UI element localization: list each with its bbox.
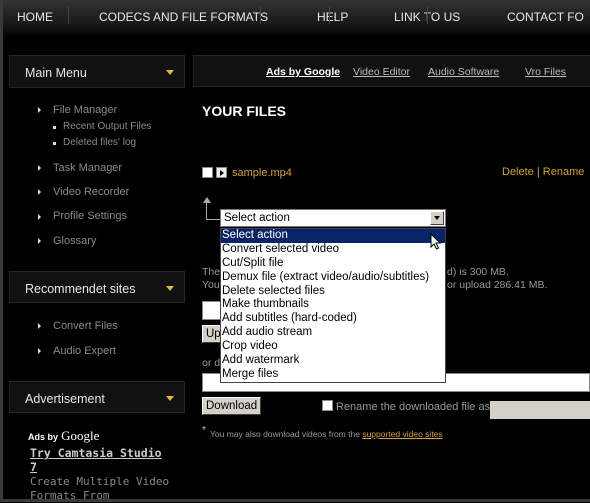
action-option[interactable]: Add watermark — [221, 354, 445, 368]
sidebar-item-task-manager[interactable]: Task Manager — [53, 162, 122, 174]
action-option[interactable]: Add audio stream — [221, 326, 445, 340]
bullet-icon — [38, 165, 41, 171]
recommended-header[interactable]: Recommendet sites — [9, 271, 185, 303]
file-name-link[interactable]: sample.mp4 — [232, 167, 292, 179]
dropdown-arrow-button[interactable] — [430, 211, 444, 225]
or-download-label: or d — [202, 357, 221, 369]
limit-info-start: The — [202, 266, 221, 278]
note-asterisk: * — [202, 425, 206, 436]
remaining-info-end: or upload 286.41 MB. — [447, 279, 548, 291]
action-select[interactable]: Select action — [220, 209, 446, 227]
action-option[interactable]: Select action — [221, 229, 445, 243]
play-icon[interactable] — [216, 167, 227, 178]
ad-link-video-editor[interactable]: Video Editor — [353, 66, 410, 78]
limit-info-end: d) is 300 MB. — [447, 266, 509, 278]
ads-by-google-logo[interactable]: Ads by Google — [28, 428, 99, 444]
bullet-icon — [53, 126, 56, 129]
bullet-icon — [38, 323, 41, 329]
action-option[interactable]: Add subtitles (hard-coded) — [221, 312, 445, 326]
google-label: Google — [61, 428, 100, 443]
mouse-cursor-icon — [430, 233, 442, 250]
sidebar-item-profile-settings[interactable]: Profile Settings — [53, 210, 127, 222]
bullet-icon — [38, 107, 41, 113]
rename-label: Rename the downloaded file as — [336, 401, 491, 413]
arrow-connector — [206, 219, 220, 220]
bullet-icon — [38, 189, 41, 195]
nav-separator — [427, 6, 428, 24]
nav-separator — [68, 6, 69, 24]
ads-by-google-link[interactable]: Ads by Google — [266, 66, 340, 78]
action-option[interactable]: Delete selected files — [221, 285, 445, 299]
file-checkbox[interactable] — [202, 167, 213, 178]
action-option[interactable]: Make thumbnails — [221, 298, 445, 312]
delete-link[interactable]: Delete — [502, 166, 534, 178]
supported-sites-link[interactable]: supported video sites — [362, 429, 442, 439]
ads-bar: Ads by Google Video Editor Audio Softwar… — [193, 55, 590, 87]
chevron-down-icon — [434, 216, 440, 220]
remaining-info-start: You — [202, 279, 220, 291]
nav-help[interactable]: HELP — [317, 10, 348, 24]
link-separator: | — [536, 166, 540, 178]
ad-link-vro-files[interactable]: Vro Files — [525, 66, 566, 78]
bullet-icon — [53, 142, 56, 145]
sidebar-item-deleted-log[interactable]: Deleted files' log — [63, 137, 136, 148]
sidebar-item-recent-output[interactable]: Recent Output Files — [63, 121, 151, 132]
arrow-head-icon — [203, 197, 211, 203]
top-nav: HOME CODECS AND FILE FORMATS HELP LINK T… — [0, 0, 590, 38]
main-menu-title: Main Menu — [25, 66, 87, 80]
action-option[interactable]: Cut/Split file — [221, 257, 445, 271]
rename-link[interactable]: Rename — [543, 166, 585, 178]
page-title: YOUR FILES — [202, 103, 287, 119]
nav-separator — [329, 6, 330, 24]
ad-text: Create Multiple Video Formats From — [30, 475, 170, 502]
sidebar-item-video-recorder[interactable]: Video Recorder — [53, 186, 129, 198]
sidebar-item-convert-files[interactable]: Convert Files — [53, 320, 118, 332]
bullet-icon — [38, 238, 41, 244]
action-options-list: Select action Convert selected video Cut/S… — [220, 228, 446, 383]
download-button[interactable]: Download — [202, 397, 262, 415]
ads-by-label: Ads by — [28, 432, 59, 442]
action-option[interactable]: Convert selected video — [221, 243, 445, 257]
action-option[interactable]: Demux file (extract video/audio/subtitle… — [221, 271, 445, 285]
nav-codecs[interactable]: CODECS AND FILE FORMATS — [99, 10, 268, 24]
ad-link-audio-software[interactable]: Audio Software — [428, 66, 499, 78]
action-option[interactable]: Merge files — [221, 368, 445, 382]
nav-separator — [260, 6, 261, 24]
nav-contact[interactable]: CONTACT FO — [507, 10, 584, 24]
arrow-up-icon — [206, 202, 207, 220]
chevron-down-icon — [166, 70, 174, 75]
rename-checkbox[interactable] — [322, 400, 333, 411]
nav-home[interactable]: HOME — [17, 10, 53, 24]
bullet-icon — [38, 348, 41, 354]
ad-title-link[interactable]: Try Camtasia Studio 7 — [30, 446, 165, 474]
bullet-icon — [38, 214, 41, 220]
sidebar-item-audio-expert[interactable]: Audio Expert — [53, 345, 116, 357]
rename-input[interactable] — [490, 401, 590, 419]
main-menu-header[interactable]: Main Menu — [9, 55, 185, 88]
recommended-title: Recommendet sites — [25, 282, 136, 296]
chevron-down-icon — [166, 396, 174, 401]
action-select-value: Select action — [224, 212, 290, 224]
sidebar-item-glossary[interactable]: Glossary — [53, 235, 96, 247]
advertisement-title: Advertisement — [25, 392, 105, 406]
sidebar-item-file-manager[interactable]: File Manager — [53, 104, 117, 116]
chevron-down-icon — [166, 286, 174, 291]
advertisement-header[interactable]: Advertisement — [9, 381, 185, 413]
note-text: You may also download videos from the — [210, 429, 360, 439]
action-option[interactable]: Crop video — [221, 340, 445, 354]
